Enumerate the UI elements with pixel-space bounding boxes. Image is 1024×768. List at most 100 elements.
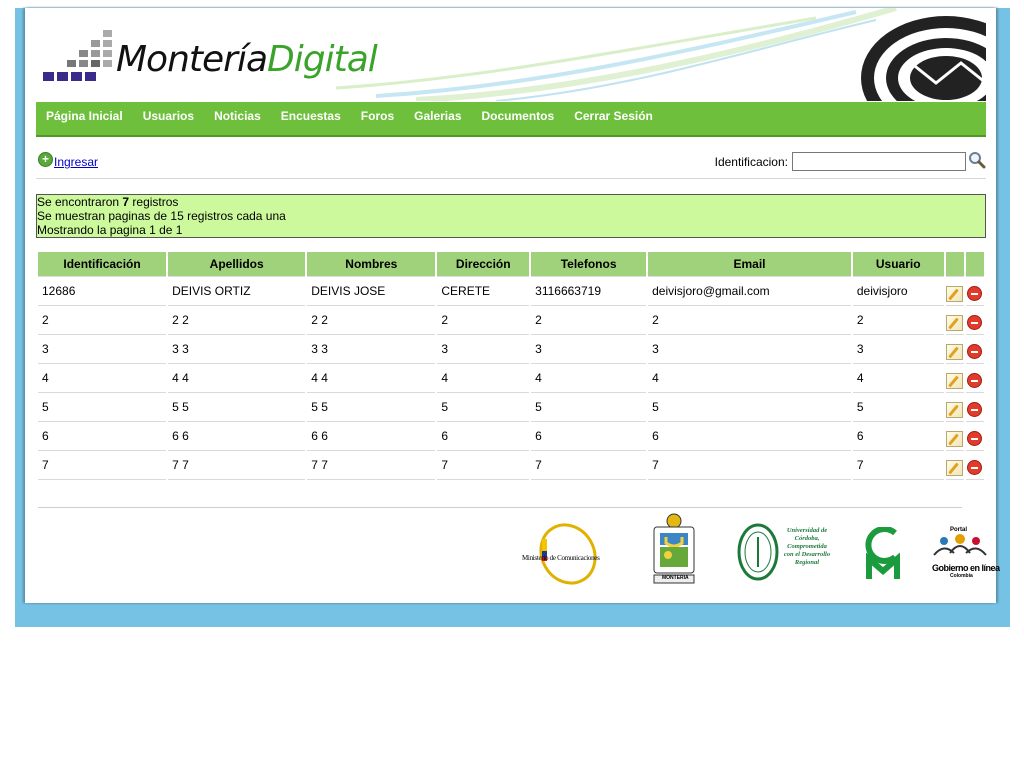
col-usuario[interactable]: Usuario: [852, 252, 944, 277]
nav-foros[interactable]: Foros: [351, 102, 404, 130]
table-cell: 7: [648, 451, 851, 480]
table-cell: 5: [38, 393, 167, 422]
gobierno-logo-colombia-text: Colombia: [950, 573, 973, 579]
logo-text-part1: Montería: [116, 39, 268, 80]
table-row: 12686 DEIVIS ORTIZ DEIVIS JOSE CERETE 311666…: [38, 277, 984, 306]
col-identificacion[interactable]: Identificación: [38, 252, 167, 277]
table-cell: DEIVIS JOSE: [307, 277, 436, 306]
delete-icon[interactable]: [967, 402, 983, 417]
delete-icon[interactable]: [967, 460, 983, 475]
table-cell: CERETE: [437, 277, 530, 306]
col-edit: [945, 252, 964, 277]
table-cell: 6: [648, 422, 851, 451]
table-cell: 7: [852, 451, 944, 480]
mintic-logo[interactable]: Ministerio de Comunicaciones: [520, 521, 610, 586]
table-row: 55 55 55555: [38, 393, 984, 422]
gobierno-en-linea-logo[interactable]: Portal Gobierno en línea Colombia: [932, 527, 1000, 585]
table-cell: 5: [531, 393, 647, 422]
edit-cell: [945, 451, 964, 480]
table-cell: 6: [38, 422, 167, 451]
nav-encuestas[interactable]: Encuestas: [271, 102, 351, 130]
delete-cell: [965, 364, 984, 393]
table-row: 77 77 77777: [38, 451, 984, 480]
delete-cell: [965, 306, 984, 335]
edit-cell: [945, 422, 964, 451]
table-cell: 4 4: [307, 364, 436, 393]
table-cell: 2 2: [307, 306, 436, 335]
table-header-row: Identificación Apellidos Nombres Direcci…: [38, 252, 984, 277]
table-cell: 6 6: [307, 422, 436, 451]
ingresar-action[interactable]: + Ingresar: [38, 149, 98, 169]
delete-icon[interactable]: [967, 431, 983, 446]
table-row: 22 22 22222: [38, 306, 984, 335]
main-navigation: Página Inicial Usuarios Noticias Encuest…: [36, 102, 986, 137]
search-label: Identificacion:: [714, 154, 788, 169]
site-header: MonteríaDigital: [36, 8, 986, 101]
nav-noticias[interactable]: Noticias: [204, 102, 271, 130]
sponsor-logos: Ministerio de Comunicaciones MONTERIA Un…: [520, 513, 1000, 588]
logo-pixel-icon: [43, 30, 113, 82]
edit-cell: [945, 335, 964, 364]
nav-galerias[interactable]: Galerias: [404, 102, 471, 130]
add-icon[interactable]: +: [38, 151, 53, 167]
delete-icon[interactable]: [967, 373, 983, 388]
table-cell: 2 2: [168, 306, 306, 335]
table-cell: 7: [531, 451, 647, 480]
col-direccion[interactable]: Dirección: [437, 252, 530, 277]
col-nombres[interactable]: Nombres: [307, 252, 436, 277]
col-telefonos[interactable]: Telefonos: [531, 252, 647, 277]
page-content: MonteríaDigital Página Inicial Usuarios …: [25, 8, 1000, 603]
page-size-line: Se muestran paginas de 15 registros cada…: [37, 209, 286, 223]
edit-icon[interactable]: [946, 314, 964, 331]
table-cell: 6: [437, 422, 530, 451]
results-count-line: Se encontraron 7 registros: [37, 195, 179, 209]
footer-divider: [38, 507, 962, 508]
monteria-logo-text: MONTERIA: [662, 575, 689, 581]
edit-icon[interactable]: [946, 401, 964, 418]
monteria-coat-of-arms-logo[interactable]: MONTERIA: [652, 513, 696, 585]
table-cell: 2: [437, 306, 530, 335]
table-cell: 3: [437, 335, 530, 364]
nav-documentos[interactable]: Documentos: [472, 102, 565, 130]
table-cell: 2: [648, 306, 851, 335]
delete-icon[interactable]: [967, 286, 983, 301]
table-cell: 2: [38, 306, 167, 335]
table-cell: 3: [852, 335, 944, 364]
table-row: 33 33 33333: [38, 335, 984, 364]
table-cell: 4 4: [168, 364, 306, 393]
edit-cell: [945, 393, 964, 422]
col-email[interactable]: Email: [648, 252, 851, 277]
table-cell: 2: [531, 306, 647, 335]
identificacion-search-input[interactable]: [792, 152, 966, 171]
edit-icon[interactable]: [946, 285, 964, 302]
delete-cell: [965, 422, 984, 451]
edit-icon[interactable]: [946, 343, 964, 360]
table-row: 66 66 66666: [38, 422, 984, 451]
ingresar-link[interactable]: Ingresar: [54, 155, 98, 169]
cm-logo[interactable]: [865, 526, 901, 581]
table-cell: DEIVIS ORTIZ: [168, 277, 306, 306]
toolbar: + Ingresar Identificacion:: [36, 148, 986, 179]
table-cell: 3116663719: [531, 277, 647, 306]
table-cell: 5: [852, 393, 944, 422]
nav-cerrar-sesion[interactable]: Cerrar Sesión: [564, 102, 663, 130]
table-cell: 3: [648, 335, 851, 364]
table-cell: 4: [38, 364, 167, 393]
table-cell: 5: [648, 393, 851, 422]
edit-icon[interactable]: [946, 430, 964, 447]
universidad-cordoba-logo[interactable]: Universidad de Córdoba, Comprometida con…: [737, 523, 832, 583]
nav-pagina-inicial[interactable]: Página Inicial: [36, 102, 133, 130]
table-cell: 7: [437, 451, 530, 480]
table-cell: 3: [531, 335, 647, 364]
nav-usuarios[interactable]: Usuarios: [133, 102, 204, 130]
table-cell: 7: [38, 451, 167, 480]
results-info-box: Se encontraron 7 registros Se muestran p…: [36, 194, 986, 238]
edit-icon[interactable]: [946, 372, 964, 389]
table-cell: 4: [437, 364, 530, 393]
table-cell: 5 5: [168, 393, 306, 422]
col-apellidos[interactable]: Apellidos: [168, 252, 306, 277]
delete-icon[interactable]: [967, 315, 983, 330]
search-icon[interactable]: [968, 151, 986, 169]
delete-icon[interactable]: [967, 344, 983, 359]
edit-icon[interactable]: [946, 459, 964, 476]
